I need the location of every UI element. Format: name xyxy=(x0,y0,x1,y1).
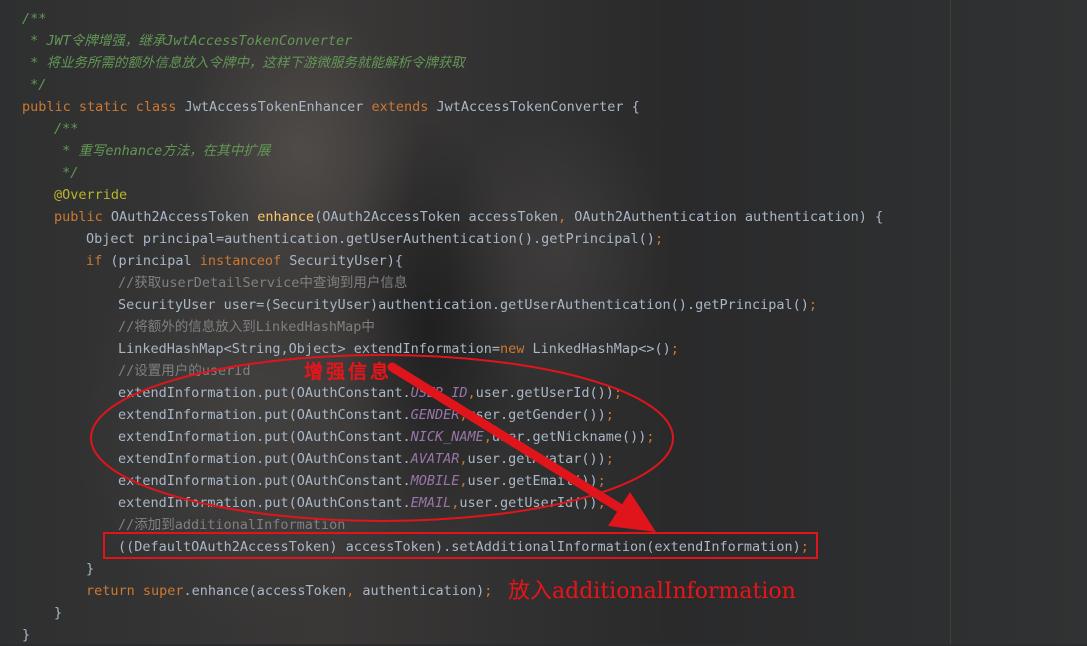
arrow-head-icon xyxy=(608,492,656,532)
arrow-shaft xyxy=(387,362,631,517)
highlight-box xyxy=(103,532,818,559)
annotation-put-additional: 放入additionalInformation xyxy=(508,579,796,604)
annotation-enhance-info: 增强信息 xyxy=(304,361,393,383)
